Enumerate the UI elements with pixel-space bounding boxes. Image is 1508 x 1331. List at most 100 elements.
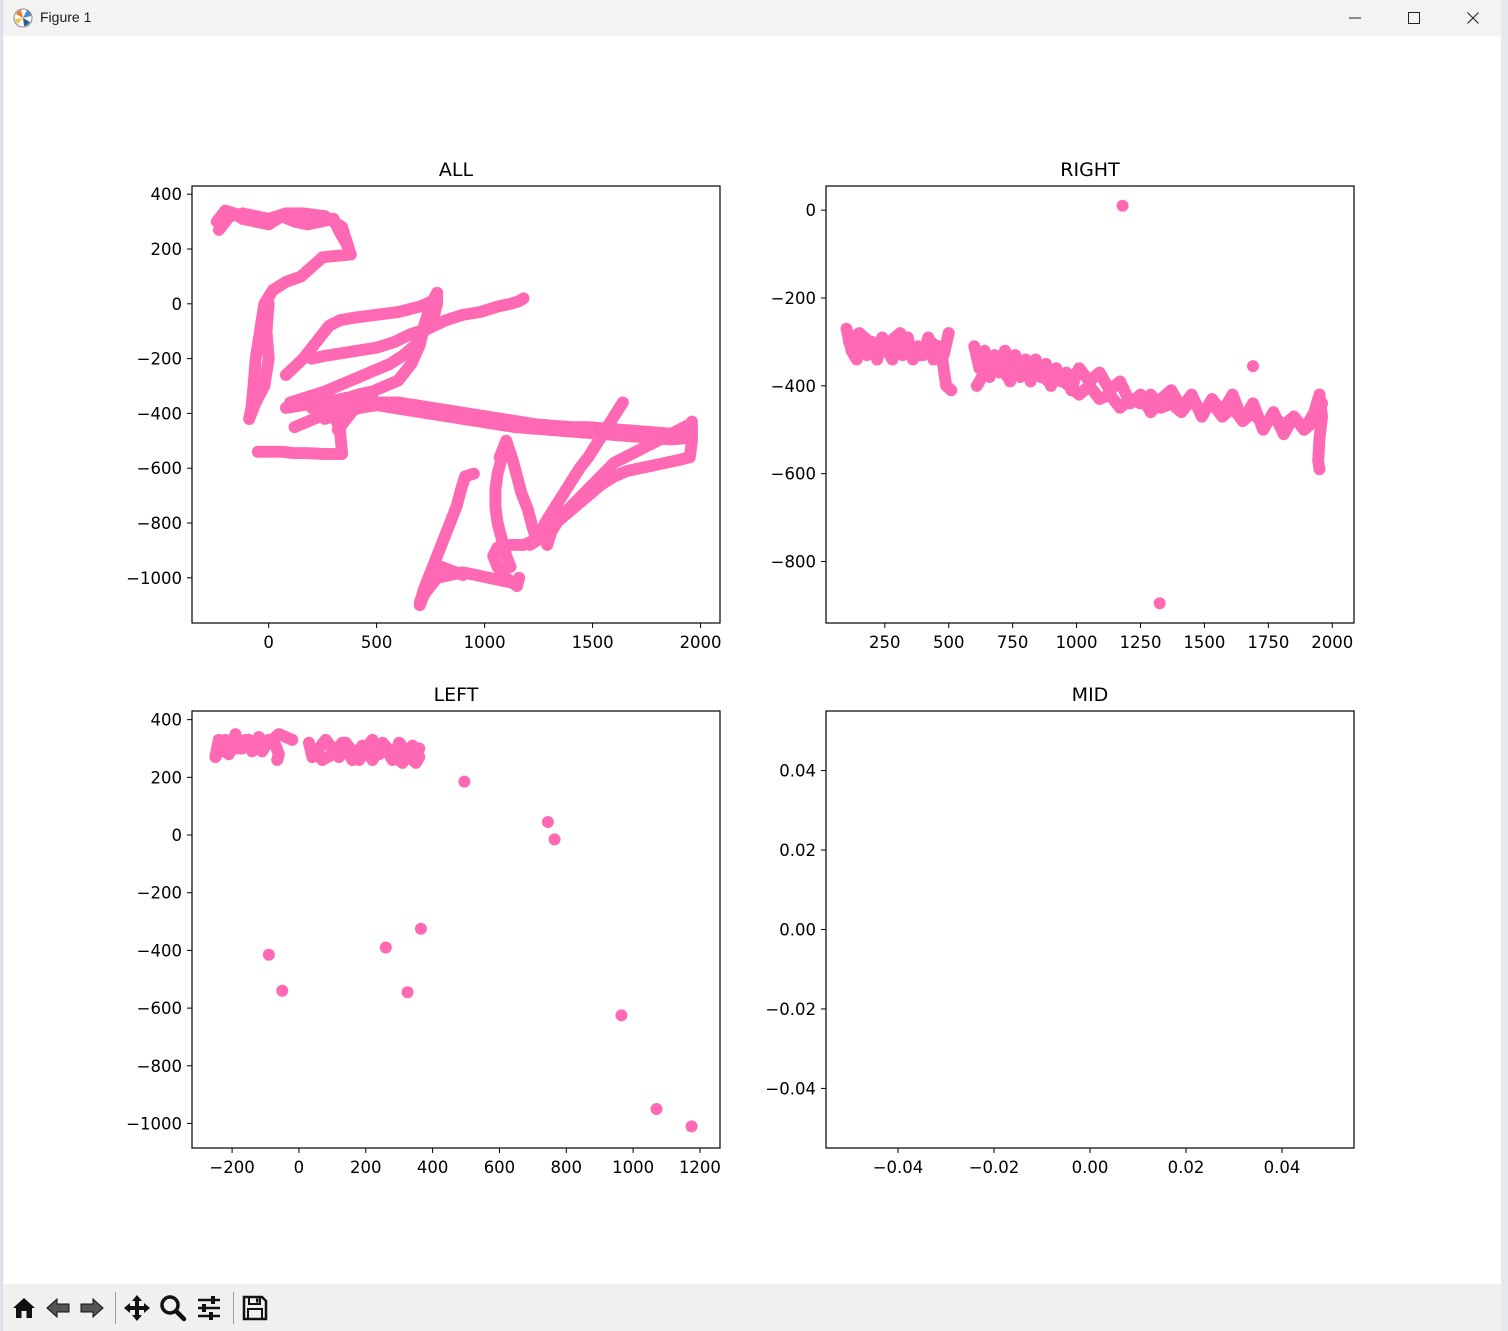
- data-point: [401, 986, 414, 999]
- data-point: [379, 941, 392, 954]
- data-point: [414, 922, 427, 935]
- data-point: [504, 560, 517, 573]
- save-icon: [242, 1295, 268, 1321]
- forward-arrow-icon: [80, 1297, 104, 1319]
- y-tick-label: −0.04: [765, 1079, 816, 1098]
- subplot-left: LEFT −200 0 200 400 600 800 1000 1200 400 200 0 −200…: [126, 684, 721, 1177]
- y-tick-label: 0: [172, 826, 183, 845]
- data-point: [458, 775, 471, 788]
- y-tick-label: −800: [137, 1057, 182, 1076]
- subplot-mid: MID −0.04 −0.02 0.00 0.02 0.04 0.04 0.02 0.00 −0.…: [765, 684, 1355, 1177]
- data-point: [366, 390, 379, 403]
- data-point: [344, 248, 357, 261]
- minimize-button[interactable]: [1326, 0, 1384, 36]
- data-point: [286, 733, 299, 746]
- x-tick-label: 1000: [612, 1158, 654, 1177]
- axes-frame: [191, 710, 721, 1149]
- toolbar-separator: [115, 1292, 116, 1324]
- x-tick-label: 0.04: [1264, 1158, 1301, 1177]
- window-title: Figure 1: [40, 9, 92, 25]
- y-tick-label: −400: [137, 941, 182, 960]
- y-tick-label: 0.00: [779, 921, 816, 940]
- configure-subplots-button[interactable]: [194, 1293, 224, 1323]
- data-point: [1153, 597, 1166, 610]
- y-tick-label: 0.02: [779, 841, 816, 860]
- x-tick-label: 0: [263, 633, 274, 652]
- x-tick-label: 600: [484, 1158, 516, 1177]
- x-tick-label: 750: [997, 633, 1029, 652]
- maximize-button[interactable]: [1385, 0, 1443, 36]
- subplot-all: ALL0 500 1000 1500 20004002000−200−400−600−8…: [126, 159, 721, 652]
- y-tick-label: −1000: [126, 1114, 182, 1133]
- y-tick-label: −800: [137, 514, 182, 533]
- minimize-icon: [1349, 17, 1361, 19]
- data-point: [1116, 199, 1129, 212]
- y-tick-label: −600: [137, 999, 182, 1018]
- plot-area: [209, 728, 698, 1133]
- y-tick-label: 200: [151, 240, 183, 259]
- data-point: [615, 1009, 628, 1022]
- y-tick-label: −600: [771, 465, 816, 484]
- matplotlib-logo-icon: [13, 8, 33, 28]
- data-point: [431, 286, 444, 299]
- close-button[interactable]: [1444, 0, 1502, 36]
- zoom-icon: [160, 1295, 187, 1322]
- x-tick-label: 1200: [679, 1158, 721, 1177]
- x-tick-label: 0: [294, 1158, 305, 1177]
- y-tick-label: −200: [137, 884, 182, 903]
- x-tick-label: 2000: [680, 633, 722, 652]
- y-tick-label: 400: [151, 185, 183, 204]
- maximize-icon: [1408, 12, 1420, 24]
- home-icon: [13, 1298, 35, 1318]
- title-bar[interactable]: Figure 1: [3, 0, 1501, 36]
- x-tick-label: 1750: [1247, 633, 1289, 652]
- subplot-title: LEFT: [434, 684, 479, 706]
- data-point: [945, 384, 958, 397]
- x-tick-label: 400: [417, 1158, 449, 1177]
- desktop-background: [1501, 0, 1508, 1331]
- x-tick-label: 250: [869, 633, 901, 652]
- home-button[interactable]: [9, 1293, 39, 1323]
- plot-area: [840, 199, 1329, 610]
- forward-button[interactable]: [77, 1293, 107, 1323]
- y-tick-label: 200: [151, 768, 183, 787]
- plot-area: [210, 204, 698, 612]
- data-point: [422, 306, 435, 319]
- data-point: [271, 754, 284, 767]
- axes-frame: [825, 710, 1355, 1149]
- x-tick-label: 0.02: [1168, 1158, 1205, 1177]
- y-tick-label: 0: [172, 295, 183, 314]
- pan-button[interactable]: [122, 1293, 152, 1323]
- x-tick-label: 1250: [1119, 633, 1161, 652]
- axes-frame: [191, 185, 721, 624]
- data-point: [517, 292, 530, 305]
- figure-canvas[interactable]: ALL 0 500 1000 1500 2000 400 200 0 −200 −400 −600 −8…: [3, 36, 1501, 1284]
- save-button[interactable]: [240, 1293, 270, 1323]
- data-point: [276, 984, 289, 997]
- y-tick-label: −200: [137, 350, 182, 369]
- data-point: [409, 756, 422, 769]
- x-tick-label: 1000: [1056, 633, 1098, 652]
- y-tick-label: −400: [137, 404, 182, 423]
- y-tick-label: 400: [151, 711, 183, 730]
- x-tick-label: 200: [350, 1158, 382, 1177]
- y-tick-label: −200: [771, 289, 816, 308]
- y-tick-label: −800: [771, 553, 816, 572]
- data-point: [457, 569, 470, 582]
- data-point: [650, 1103, 663, 1116]
- back-button[interactable]: [43, 1293, 73, 1323]
- x-tick-label: 500: [933, 633, 965, 652]
- x-tick-label: −200: [209, 1158, 254, 1177]
- data-point: [541, 816, 554, 829]
- data-point: [508, 577, 521, 590]
- x-tick-label: 0.00: [1072, 1158, 1109, 1177]
- toolbar-separator: [233, 1292, 234, 1324]
- x-tick-label: 500: [361, 633, 393, 652]
- zoom-button[interactable]: [158, 1293, 188, 1323]
- data-point: [1247, 360, 1260, 373]
- data-point: [262, 948, 275, 961]
- y-tick-label: −600: [137, 459, 182, 478]
- x-tick-label: 800: [551, 1158, 583, 1177]
- x-tick-label: −0.04: [873, 1158, 924, 1177]
- x-tick-label: 1500: [1183, 633, 1225, 652]
